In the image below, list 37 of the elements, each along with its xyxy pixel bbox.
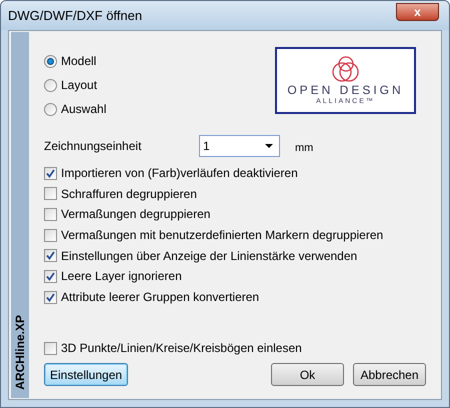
checkbox[interactable] <box>44 228 57 242</box>
side-label: ARCHline.XP <box>12 315 28 390</box>
dialog-button[interactable]: Abbrechen <box>353 363 426 386</box>
radio-label: Layout <box>61 77 98 94</box>
dialog-button[interactable]: Ok <box>271 363 344 386</box>
unit-suffix: mm <box>295 140 314 156</box>
unit-label: Zeichnungseinheit <box>44 138 142 155</box>
radio-button[interactable] <box>44 102 57 116</box>
rings-icon <box>330 55 360 83</box>
radio-label: Auswahl <box>61 101 106 118</box>
window-title: DWG/DWF/DXF öffnen <box>8 6 142 25</box>
checkbox-label: Leere Layer ignorieren <box>61 268 182 286</box>
checkbox-label: 3D Punkte/Linien/Kreise/Kreisbögen einlesen <box>61 340 302 358</box>
radio-button[interactable] <box>44 78 57 92</box>
radio-button[interactable] <box>44 54 57 68</box>
checkbox[interactable] <box>44 249 57 262</box>
dropdown-arrow-icon <box>265 144 273 148</box>
checkbox[interactable] <box>44 187 57 200</box>
checkmark-icon <box>46 292 55 302</box>
unit-dropdown[interactable]: 1 <box>199 135 280 157</box>
logo-title: OPEN DESIGN <box>287 83 404 97</box>
checkbox-label: Schraffuren degruppieren <box>61 186 197 203</box>
checkbox-label: Vermaßungen mit benutzerdefinierten Markern degruppieren <box>61 227 384 244</box>
dialog-button[interactable]: Einstellungen <box>44 363 128 386</box>
checkmark-icon <box>46 251 55 260</box>
checkbox[interactable] <box>44 270 57 283</box>
checkmark-icon <box>46 168 55 178</box>
checkbox-label: Einstellungen über Anzeige der Linienstärke verwenden <box>61 248 358 265</box>
checkbox-label: Importieren von (Farb)verläufen deaktivieren <box>61 165 298 182</box>
radio-label: Modell <box>61 53 96 70</box>
checkmark-icon <box>46 272 55 281</box>
checkbox[interactable] <box>44 290 57 304</box>
checkbox[interactable] <box>44 166 57 180</box>
checkbox-label: Vermaßungen degruppieren <box>61 206 210 224</box>
checkbox[interactable] <box>44 208 57 221</box>
checkbox-label: Attribute leerer Gruppen konvertieren <box>61 289 260 306</box>
checkbox[interactable] <box>44 342 57 355</box>
